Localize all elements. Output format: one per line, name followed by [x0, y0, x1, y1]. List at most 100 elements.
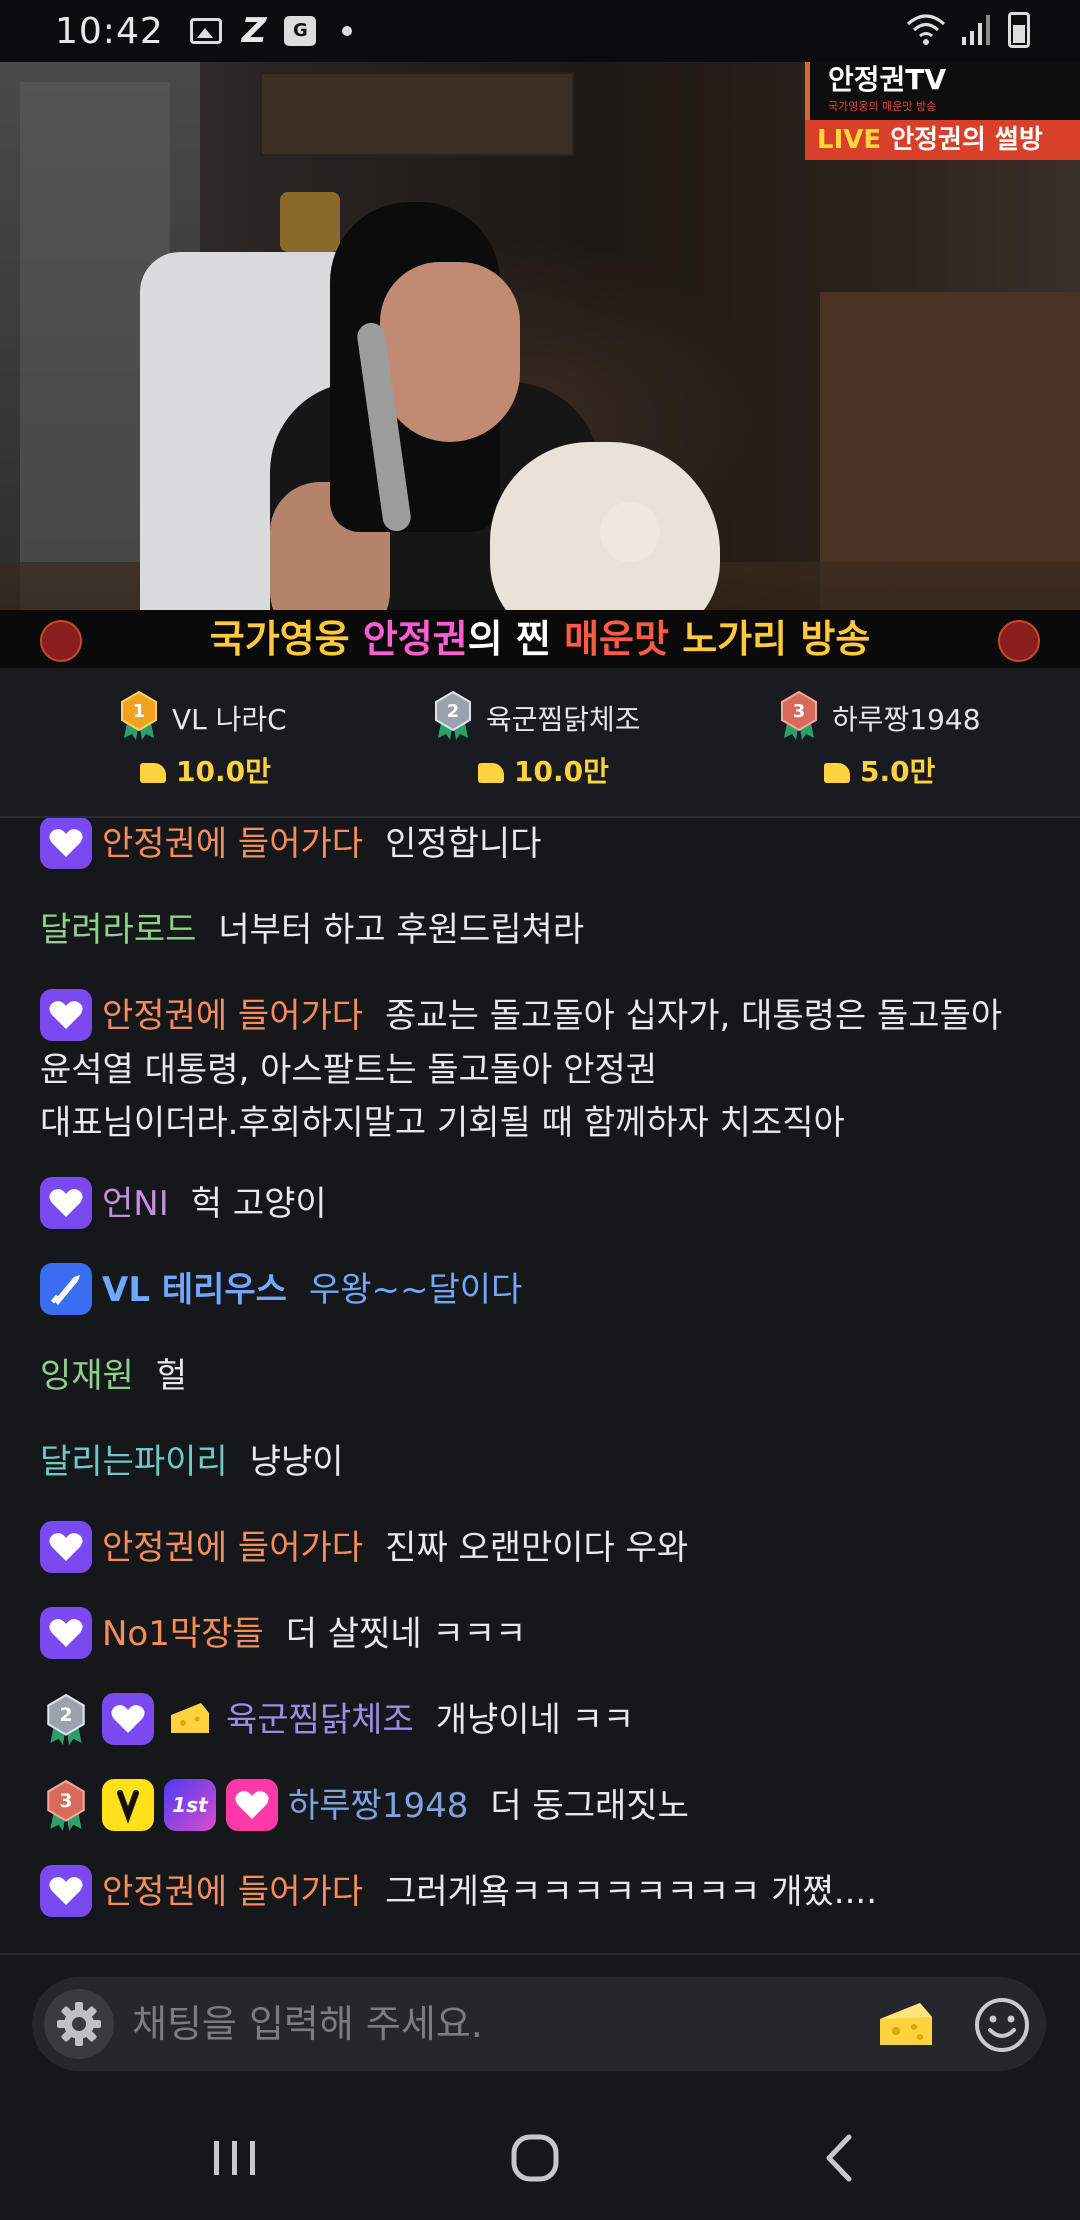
chat-text: 헉 고양이: [190, 1184, 327, 1224]
chat-message[interactable]: 안정권에 들어가다 인정합니다: [40, 818, 1050, 872]
cheese-icon: [164, 1693, 216, 1745]
settings-button[interactable]: [44, 1989, 114, 2059]
live-badge: LIVE 안정권의 썰방: [805, 120, 1080, 160]
chat-text: 더 동그래짓노: [490, 1786, 689, 1826]
channel-title: 안정권TV: [828, 63, 947, 96]
chat-nickname[interactable]: 안정권에 들어가다: [102, 824, 363, 864]
chat-text: 더 살찟네 ㅋㅋㅋ: [285, 1614, 527, 1654]
svg-text:1: 1: [133, 701, 146, 722]
silver-medal-icon: 2: [435, 690, 471, 740]
chat-text: 개냥이네 ㅋㅋ: [435, 1700, 635, 1740]
gold-medal-icon: 1: [121, 690, 157, 740]
chat-nickname[interactable]: 달리는파이리: [40, 1442, 228, 1482]
chat-text-line: 대표님이더라.후회하지말고 기회될 때 함께하자 치조직아: [40, 1102, 845, 1143]
heart-badge-icon: [40, 1864, 92, 1917]
svg-text:3: 3: [793, 701, 806, 722]
banner-text-5: 노가리 방송: [668, 617, 871, 661]
leaderboard-name: 하루짱1948: [832, 703, 981, 736]
chat-input[interactable]: 채팅을 입력해 주세요.: [32, 1977, 1046, 2071]
signal-icon: [962, 15, 990, 45]
notification-dot-icon: [342, 26, 353, 36]
chat-message[interactable]: No1막장들 더 살찟네 ㅋㅋㅋ: [40, 1606, 1050, 1662]
chat-message[interactable]: 달리는파이리 냥냥이: [40, 1436, 1050, 1489]
donation-leaderboard: 1 VL 나라C 10.0만 2 육군찜닭체조 10.0만 3 하루짱1948 …: [0, 668, 1080, 818]
chat-nickname[interactable]: 하루짱1948: [288, 1786, 468, 1826]
chat-list[interactable]: 안정권에 들어가다 인정합니다 달려라로드 너부터 하고 후원드립쳐라 안정권에 들…: [0, 818, 1080, 1953]
chat-nickname[interactable]: 언NI: [102, 1184, 169, 1224]
chat-nickname[interactable]: 안정권에 들어가다: [102, 1872, 363, 1912]
cheese-icon[interactable]: [876, 1997, 936, 2053]
heart-badge-icon: [102, 1692, 154, 1745]
chat-nickname[interactable]: 달려라로드: [40, 910, 196, 950]
channel-badge: 안정권TV 국가영웅의 매운맛 방송: [805, 62, 1080, 120]
heart-badge-icon: [40, 1520, 92, 1573]
home-icon[interactable]: [500, 2123, 570, 2193]
chat-message[interactable]: 2 육군찜닭체조 개냥이네 ㅋㅋ: [40, 1692, 1050, 1748]
bronze-medal-icon: 3: [40, 1779, 92, 1831]
v-badge-icon: [102, 1778, 154, 1831]
chat-nickname[interactable]: 잉재원: [40, 1356, 134, 1396]
sword-badge-icon: [40, 1262, 92, 1315]
back-icon[interactable]: [805, 2123, 875, 2193]
chat-text: 헐: [155, 1356, 188, 1396]
leaderboard-amount: 5.0만: [824, 750, 935, 790]
chat-nickname[interactable]: 안정권에 들어가다: [102, 996, 363, 1036]
chat-message[interactable]: 달려라로드 너부터 하고 후원드립쳐라: [40, 904, 1050, 957]
heart-badge-icon: [40, 818, 92, 869]
banner-text-1: 국가영웅: [209, 617, 363, 661]
cheese-icon: [140, 763, 166, 783]
image-icon: [189, 18, 222, 44]
chat-nickname[interactable]: No1막장들: [102, 1614, 264, 1654]
emblem-icon: [998, 620, 1040, 662]
chat-input-placeholder[interactable]: 채팅을 입력해 주세요.: [132, 1977, 483, 2071]
chat-text: 우왕~~달이다: [308, 1270, 523, 1310]
chat-message[interactable]: 안정권에 들어가다 그러게욬ㅋㅋㅋㅋㅋㅋㅋㅋ 개쪘....: [40, 1864, 1050, 1920]
heart-badge-icon: [40, 988, 92, 1041]
chat-nickname[interactable]: 안정권에 들어가다: [102, 1528, 363, 1568]
cheese-icon: [478, 763, 504, 783]
emblem-icon: [40, 620, 82, 662]
video-player[interactable]: 안정권TV 국가영웅의 매운맛 방송 LIVE 안정권의 썰방 국가영웅 안정권…: [0, 62, 1080, 668]
chat-message[interactable]: 안정권에 들어가다 종교는 돌고돌아 십자가, 대통령은 돌고돌아 윤석열 대통령…: [40, 988, 1050, 1150]
gear-icon: [57, 2002, 101, 2046]
svg-text:2: 2: [59, 1705, 72, 1726]
battery-icon: [1008, 12, 1030, 48]
status-time: 10:42: [55, 10, 164, 52]
chat-message[interactable]: 3 1st 하루짱1948 더 동그래짓노: [40, 1778, 1050, 1834]
live-title: 안정권의 썰방: [890, 125, 1043, 155]
stream-banner: 국가영웅 안정권의 찐 매운맛 노가리 방송: [0, 610, 1080, 668]
chat-text: 진짜 오랜만이다 우와: [385, 1528, 689, 1568]
chat-input-bar: 채팅을 입력해 주세요.: [0, 1953, 1080, 2085]
chat-text: 그러게욬ㅋㅋㅋㅋㅋㅋㅋㅋ 개쪘....: [385, 1872, 878, 1912]
g-app-icon: G: [284, 16, 317, 46]
banner-text-2: 안정권: [362, 617, 468, 661]
emoji-icon[interactable]: [972, 1995, 1032, 2055]
heart-badge-icon: [40, 1606, 92, 1659]
chat-text-line: 윤석열 대통령, 아스팔트는 돌고돌아 안정권: [40, 1049, 658, 1090]
bronze-medal-icon: 3: [781, 690, 817, 740]
chat-message[interactable]: 안정권에 들어가다 진짜 오랜만이다 우와: [40, 1520, 1050, 1576]
svg-text:2: 2: [447, 701, 460, 722]
wifi-icon: [907, 14, 945, 45]
chat-message[interactable]: VL 테리우스 우왕~~달이다: [40, 1262, 1050, 1318]
status-bar: 10:42 Z G: [0, 0, 1080, 62]
leaderboard-amount: 10.0만: [140, 750, 271, 790]
channel-subtitle: 국가영웅의 매운맛 방송: [828, 100, 937, 113]
chat-text: 냥냥이: [249, 1442, 344, 1482]
silver-medal-icon: 2: [40, 1693, 92, 1745]
chat-message[interactable]: 잉재원 헐: [40, 1350, 1050, 1403]
system-nav-bar: [0, 2083, 1080, 2220]
chat-nickname[interactable]: VL 테리우스: [102, 1270, 287, 1310]
leaderboard-name: VL 나라C: [172, 703, 287, 736]
chat-message[interactable]: 언NI 헉 고양이: [40, 1176, 1050, 1232]
chat-nickname[interactable]: 육군찜닭체조: [226, 1700, 414, 1740]
live-word: LIVE: [817, 125, 882, 155]
z-icon: Z: [241, 11, 267, 51]
chat-text: 인정합니다: [385, 824, 542, 864]
recents-icon[interactable]: [200, 2123, 270, 2193]
heart-badge-icon: [40, 1176, 92, 1229]
svg-text:3: 3: [59, 1791, 72, 1812]
banner-text-4: 매운맛: [564, 617, 669, 661]
heart-badge-icon: [226, 1778, 278, 1831]
leaderboard-name: 육군찜닭체조: [486, 703, 641, 736]
